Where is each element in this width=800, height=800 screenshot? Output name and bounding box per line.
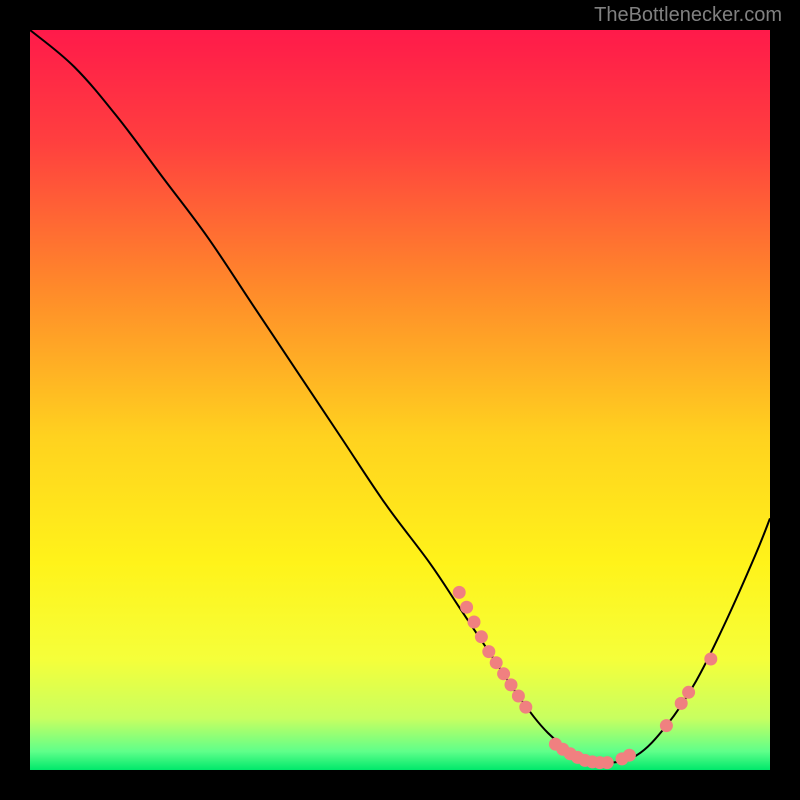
data-marker <box>682 686 695 699</box>
data-marker <box>490 656 503 669</box>
data-marker <box>519 701 532 714</box>
data-marker <box>704 653 717 666</box>
data-marker <box>482 645 495 658</box>
data-marker <box>497 667 510 680</box>
data-marker <box>601 756 614 769</box>
bottleneck-curve <box>30 30 770 763</box>
curve-markers <box>453 586 718 769</box>
plot-area <box>30 30 770 770</box>
data-marker <box>468 616 481 629</box>
data-marker <box>453 586 466 599</box>
data-marker <box>660 719 673 732</box>
data-marker <box>475 630 488 643</box>
watermark-text: TheBottlenecker.com <box>594 4 782 27</box>
data-marker <box>512 690 525 703</box>
data-marker <box>675 697 688 710</box>
data-marker <box>623 749 636 762</box>
curve-layer <box>30 30 770 770</box>
data-marker <box>505 678 518 691</box>
data-marker <box>460 601 473 614</box>
